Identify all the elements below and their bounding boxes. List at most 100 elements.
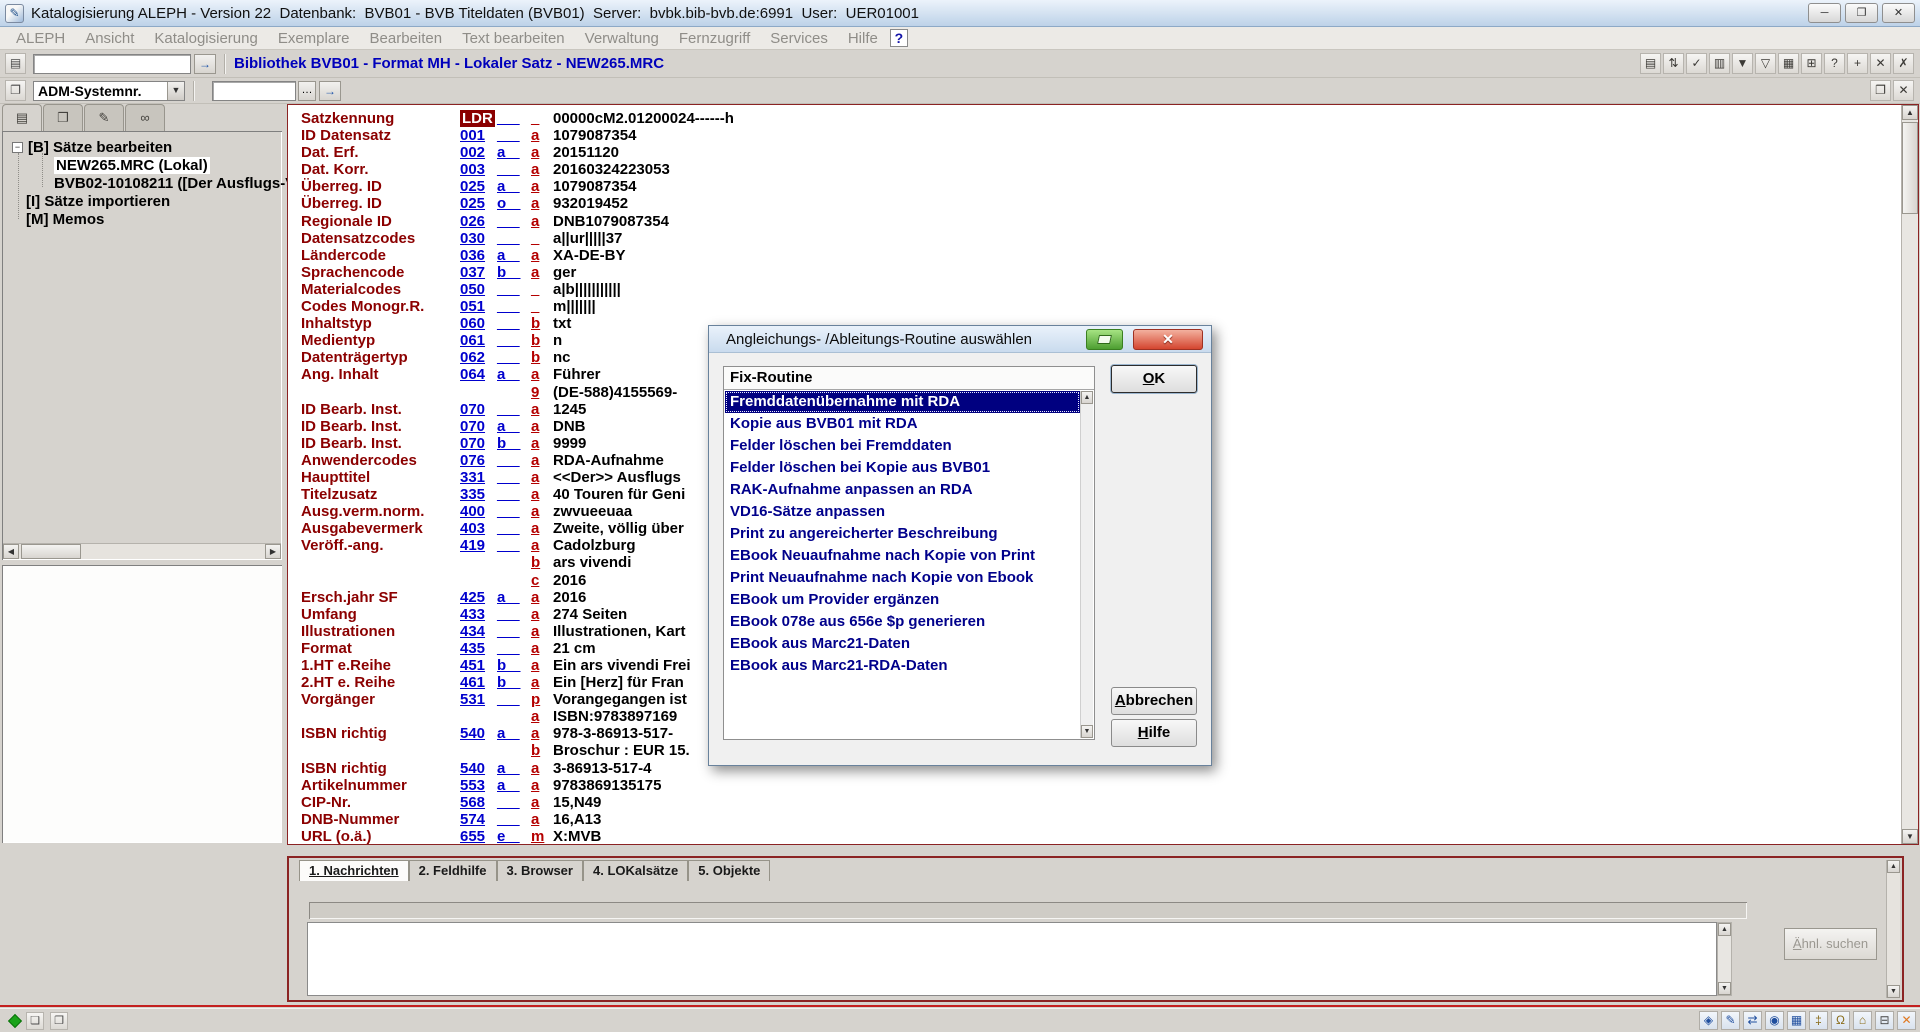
table-view-icon[interactable]: ▦ [1787,1011,1806,1030]
field-content[interactable]: a|b||||||||||| [553,281,621,298]
field-content[interactable]: Broschur : EUR 15. [553,742,690,759]
tree-node-edit-records[interactable]: − [B] Sätze bearbeiten [12,138,172,156]
field-content[interactable]: Cadolzburg [553,537,636,554]
field-content[interactable]: 16,A13 [553,811,601,828]
record-nav-icon[interactable]: ◈ [1699,1011,1718,1030]
field-subfield-code[interactable]: a [531,161,539,178]
messages-scrollbar[interactable]: ▲ ▼ [1717,922,1732,996]
field-indicators[interactable]: __ [497,230,520,247]
field-content[interactable]: m||||||| [553,298,596,315]
field-content[interactable]: ISBN:9783897169 [553,708,677,725]
password-key-icon[interactable]: ‡ [1809,1011,1828,1030]
search-go-button[interactable]: → [319,81,341,101]
delete-record-icon[interactable]: ✗ [1893,53,1914,74]
field-content[interactable]: DNB1079087354 [553,213,669,230]
scroll-down-icon[interactable]: ▼ [1081,725,1093,738]
field-tag[interactable]: 531 [460,691,485,708]
help-on-field-icon[interactable]: ? [1824,53,1845,74]
list-scrollbar[interactable]: ▲ ▼ [1080,391,1093,738]
field-indicators[interactable]: a_ [497,418,520,435]
restore-pane-icon[interactable]: ❐ [1870,80,1891,101]
field-subfield-code[interactable]: a [531,640,539,657]
field-tag[interactable]: 061 [460,332,485,349]
tree-node-bvb02[interactable]: BVB02-10108211 ([Der Ausflugs-V [54,174,295,192]
menu-item-services[interactable]: Services [760,30,838,47]
field-indicators[interactable]: b_ [497,264,521,281]
open-form-icon[interactable]: ▦ [1778,53,1799,74]
field-tag[interactable]: 030 [460,230,485,247]
field-subfield-code[interactable]: a [531,144,539,161]
field-content[interactable]: n [553,332,562,349]
field-tag[interactable]: 434 [460,623,485,640]
select-record-icon[interactable]: ▤ [1640,53,1661,74]
field-content[interactable]: XA-DE-BY [553,247,626,264]
field-subfield-code[interactable]: a [531,127,539,144]
field-subfield-code[interactable]: a [531,213,539,230]
field-subfield-code[interactable]: a [531,366,539,383]
maximize-button[interactable]: ❐ [1845,3,1878,23]
history-icon[interactable]: ❏ [26,1012,44,1030]
fix-routine-option[interactable]: Print Neuaufnahme nach Kopie von Ebook [725,567,1080,589]
field-tag[interactable]: 433 [460,606,485,623]
chevron-down-icon[interactable]: ▼ [167,82,184,100]
view-record-icon[interactable]: ▥ [1709,53,1730,74]
field-subfield-code[interactable]: a [531,811,539,828]
fix-routine-option[interactable]: Felder löschen bei Fremddaten [725,435,1080,457]
field-content[interactable]: 2016 [553,572,586,589]
field-content[interactable]: nc [553,349,571,366]
field-content[interactable]: 1245 [553,401,586,418]
field-indicators[interactable]: a_ [497,247,520,264]
scroll-right-icon[interactable]: ▶ [265,544,281,559]
field-subfield-code[interactable]: _ [531,298,539,315]
field-content[interactable]: Ein ars vivendi Frei [553,657,691,674]
minimize-button[interactable]: ─ [1808,3,1841,23]
field-tag[interactable]: 435 [460,640,485,657]
field-content[interactable]: ars vivendi [553,554,631,571]
tab-templates[interactable]: ❐ [43,104,83,131]
messages-text-area[interactable] [307,922,1717,996]
fix-routine-option[interactable]: Felder löschen bei Kopie aus BVB01 [725,457,1080,479]
field-tag[interactable]: 655 [460,828,485,845]
scroll-up-icon[interactable]: ▲ [1902,105,1918,120]
scroll-up-icon[interactable]: ▲ [1718,923,1731,936]
field-indicators[interactable]: a_ [497,589,520,606]
menu-item-hilfe[interactable]: Hilfe [838,30,888,47]
field-content[interactable]: 3-86913-517-4 [553,760,651,777]
field-tag[interactable]: 050 [460,281,485,298]
field-tag[interactable]: 051 [460,298,485,315]
scroll-up-icon[interactable]: ▲ [1887,860,1900,873]
field-indicators[interactable]: __ [497,503,520,520]
field-indicators[interactable]: __ [497,623,520,640]
help-icon[interactable]: ? [890,29,908,47]
field-content[interactable]: 20151120 [553,144,619,161]
field-tag[interactable]: 002 [460,144,485,161]
fix-routine-option[interactable]: Fremddatenübernahme mit RDA [725,391,1080,413]
field-subfield-code[interactable]: a [531,589,539,606]
field-tag[interactable]: 025 [460,195,485,212]
close-record-icon[interactable]: ✕ [1870,53,1891,74]
fix-routine-option[interactable]: Print zu angereicherter Beschreibung [725,523,1080,545]
field-tag[interactable]: 574 [460,811,485,828]
menu-item-aleph[interactable]: ALEPH [6,30,75,47]
field-indicators[interactable]: __ [497,401,520,418]
scrollbar-thumb[interactable] [1902,122,1918,214]
field-indicators[interactable]: __ [497,127,520,144]
bottom-tab-1[interactable]: 1. Nachrichten [299,860,409,881]
field-subfield-code[interactable]: a [531,401,539,418]
field-subfield-code[interactable]: a [531,725,539,742]
field-content[interactable]: 1079087354 [553,127,636,144]
menu-item-bearbeiten[interactable]: Bearbeiten [360,30,453,47]
tab-trigger-list[interactable]: ✎ [84,104,124,131]
web-version-icon[interactable]: ◉ [1765,1011,1784,1030]
field-content[interactable]: ger [553,264,576,281]
field-indicators[interactable]: __ [497,332,520,349]
menu-item-exemplare[interactable]: Exemplare [268,30,360,47]
field-content[interactable]: Vorangegangen ist [553,691,687,708]
field-subfield-code[interactable]: _ [531,230,539,247]
field-indicators[interactable]: __ [497,298,520,315]
field-tag[interactable]: 425 [460,589,485,606]
field-content[interactable]: 15,N49 [553,794,601,811]
ok-button[interactable]: OK [1111,365,1197,393]
field-subfield-code[interactable]: a [531,247,539,264]
field-tag[interactable]: 540 [460,760,485,777]
